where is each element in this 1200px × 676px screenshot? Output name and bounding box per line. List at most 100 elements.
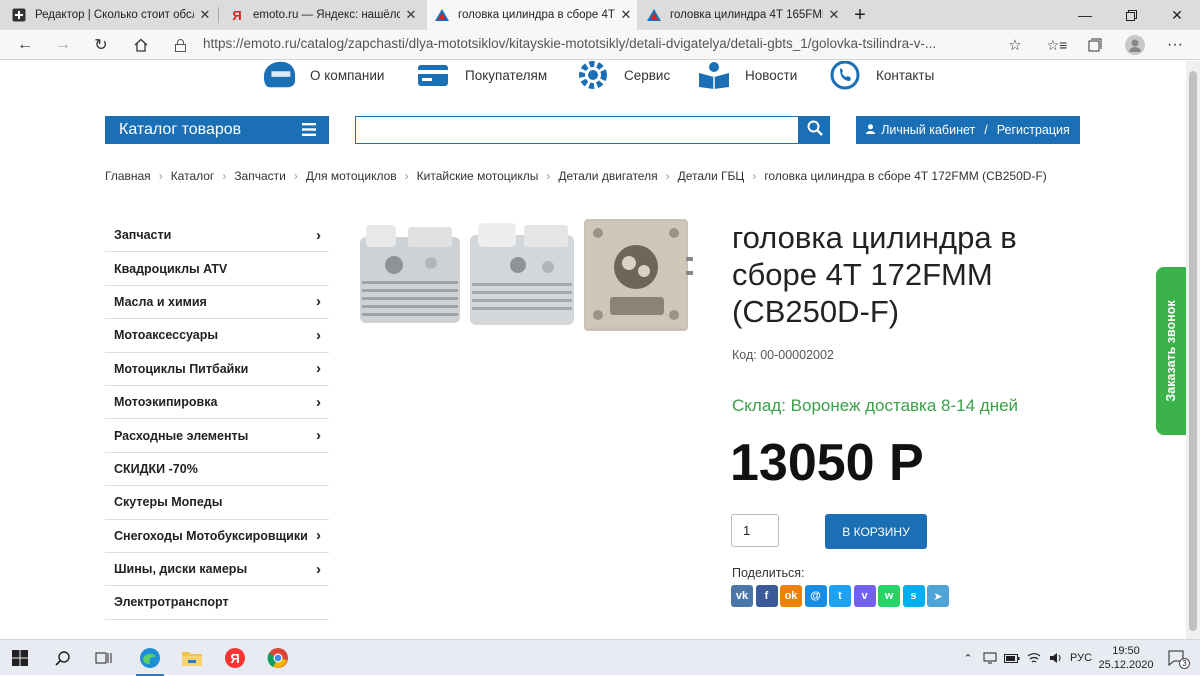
account-separator: / [984, 123, 988, 137]
share-buttons: vk f ok @ t v w s ➤ [731, 585, 949, 607]
forward-arrow-icon[interactable]: → [48, 30, 78, 60]
chevron-right-icon: › [222, 169, 227, 183]
whatsapp-share-icon[interactable]: w [878, 585, 900, 607]
new-tab-button[interactable]: + [845, 0, 875, 30]
volume-icon[interactable] [1046, 640, 1066, 676]
windows-start-icon[interactable] [0, 640, 40, 676]
vk-share-icon[interactable]: vk [731, 585, 753, 607]
refresh-icon[interactable]: ↻ [86, 30, 116, 60]
home-icon[interactable] [126, 30, 156, 60]
sidebar-item-gear[interactable]: Мотоэкипировка › [105, 386, 329, 420]
search-input[interactable] [355, 116, 799, 144]
lock-icon[interactable] [170, 30, 190, 60]
callback-button[interactable]: Заказать звонок [1156, 267, 1186, 435]
sidebar-item-scooters[interactable]: Скутеры Мопеды [105, 486, 329, 520]
clock[interactable]: 19:50 25.12.2020 [1098, 640, 1154, 676]
page-scrollbar[interactable] [1186, 61, 1200, 639]
sidebar-item-discounts[interactable]: СКИДКИ -70% [105, 453, 329, 487]
yandex-browser-icon[interactable]: Я [215, 640, 255, 676]
product-photo-3[interactable] [582, 219, 694, 331]
close-window-icon[interactable]: ✕ [1154, 0, 1200, 30]
task-view-icon[interactable] [84, 640, 124, 676]
card-icon [417, 61, 451, 89]
search-icon[interactable] [43, 640, 83, 676]
account-link[interactable]: Личный кабинет [881, 123, 975, 137]
sidebar-item-oils[interactable]: Масла и химия › [105, 286, 329, 320]
clock-time: 19:50 [1112, 645, 1140, 657]
sidebar-item-accessories[interactable]: Мотоаксессуары › [105, 319, 329, 353]
favorites-list-icon[interactable]: ☆≡ [1042, 30, 1072, 60]
profile-avatar-icon[interactable] [1120, 30, 1150, 60]
breadcrumb-item[interactable]: Для мотоциклов [306, 169, 397, 183]
network-icon[interactable] [980, 640, 1000, 676]
product-photo-1[interactable] [356, 219, 464, 331]
chevron-up-icon[interactable]: ⌃ [958, 640, 978, 676]
odnoklassniki-share-icon[interactable]: ok [780, 585, 802, 607]
breadcrumb-item[interactable]: Запчасти [234, 169, 286, 183]
battery-icon[interactable] [1002, 640, 1022, 676]
twitter-share-icon[interactable]: t [829, 585, 851, 607]
viber-share-icon[interactable]: v [853, 585, 876, 607]
quantity-input[interactable]: 1 [731, 514, 779, 547]
browser-tab-4[interactable]: головка цилиндра 4Т 165FMM ✕ [639, 0, 845, 30]
notification-count: 3 [1179, 658, 1190, 669]
sidebar-item-consumables[interactable]: Расходные элементы › [105, 419, 329, 453]
breadcrumb-item[interactable]: Китайские мотоциклы [417, 169, 539, 183]
minimize-icon[interactable]: — [1062, 0, 1108, 30]
sidebar-item-snowmobiles[interactable]: Снегоходы Мотобуксировщики › [105, 520, 329, 553]
nav-news[interactable]: Новости [697, 61, 797, 89]
product-photo-2[interactable] [466, 219, 578, 331]
sidebar-item-label: Запчасти [114, 228, 172, 243]
wifi-icon[interactable] [1024, 640, 1044, 676]
nav-customers[interactable]: Покупателям [417, 61, 547, 89]
sidebar-item-zapchasti[interactable]: Запчасти › [105, 219, 329, 253]
browser-tab-3[interactable]: головка цилиндра в сборе 4Т 1 ✕ [427, 0, 637, 30]
tab-close-icon[interactable]: ✕ [823, 7, 845, 23]
breadcrumb-item[interactable]: Главная [105, 169, 151, 183]
restore-icon[interactable] [1108, 0, 1154, 30]
more-menu-icon[interactable]: ··· [1160, 30, 1190, 60]
language-indicator[interactable]: РУС [1068, 640, 1094, 676]
catalog-label: Каталог товаров [119, 121, 242, 138]
search-icon [807, 120, 823, 141]
facebook-share-icon[interactable]: f [755, 585, 778, 607]
skype-share-icon[interactable]: s [902, 585, 925, 607]
chevron-right-icon: › [546, 169, 551, 183]
web-page: О компании Покупателям Сервис Новости Ко… [0, 61, 1186, 639]
tab-close-icon[interactable]: ✕ [194, 7, 216, 23]
favorite-star-icon[interactable]: ☆ [1000, 30, 1030, 60]
tab-close-icon[interactable]: ✕ [400, 7, 422, 23]
breadcrumb-item[interactable]: Детали ГБЦ [678, 169, 745, 183]
url-field[interactable]: https://emoto.ru/catalog/zapchasti/dlya-… [203, 36, 1033, 54]
sidebar-item-motorcycles[interactable]: Мотоциклы Питбайки › [105, 353, 329, 386]
edge-browser-icon[interactable] [130, 640, 170, 676]
nav-label: Сервис [624, 67, 671, 83]
chevron-right-icon: › [665, 169, 670, 183]
mymail-share-icon[interactable]: @ [804, 585, 827, 607]
breadcrumb-item[interactable]: Каталог [171, 169, 215, 183]
catalog-button[interactable]: Каталог товаров [105, 116, 329, 144]
back-arrow-icon[interactable]: ← [10, 30, 40, 60]
chevron-right-icon: › [316, 326, 321, 344]
nav-service[interactable]: Сервис [576, 61, 670, 89]
register-link[interactable]: Регистрация [997, 123, 1070, 137]
sidebar-item-tires[interactable]: Шины, диски камеры › [105, 553, 329, 587]
notifications-icon[interactable]: 3 [1164, 640, 1190, 676]
browser-tab-2[interactable]: Я emoto.ru — Яндекс: нашёлся 8 т ✕ [222, 0, 422, 30]
telegram-share-icon[interactable]: ➤ [927, 585, 949, 607]
address-bar: ← → ↻ https://emoto.ru/catalog/zapchasti… [0, 30, 1200, 60]
scrollbar-thumb[interactable] [1189, 71, 1197, 631]
add-to-cart-button[interactable]: В КОРЗИНУ [825, 514, 927, 549]
collections-icon[interactable] [1080, 30, 1110, 60]
chrome-icon[interactable] [258, 640, 298, 676]
file-explorer-icon[interactable] [172, 640, 212, 676]
breadcrumb-item[interactable]: Детали двигателя [558, 169, 657, 183]
nav-contacts[interactable]: Контакты [828, 61, 934, 90]
sidebar-item-electric[interactable]: Электротранспорт [105, 586, 329, 620]
tab-close-icon[interactable]: ✕ [615, 7, 637, 23]
nav-about[interactable]: О компании [262, 61, 384, 89]
browser-tab-1[interactable]: Редактор | Сколько стоит обслу ✕ [4, 0, 216, 30]
sidebar-item-atv[interactable]: Квадроциклы ATV [105, 252, 329, 286]
search-button[interactable] [799, 116, 830, 144]
sidebar-item-label: Расходные элементы [114, 428, 249, 443]
